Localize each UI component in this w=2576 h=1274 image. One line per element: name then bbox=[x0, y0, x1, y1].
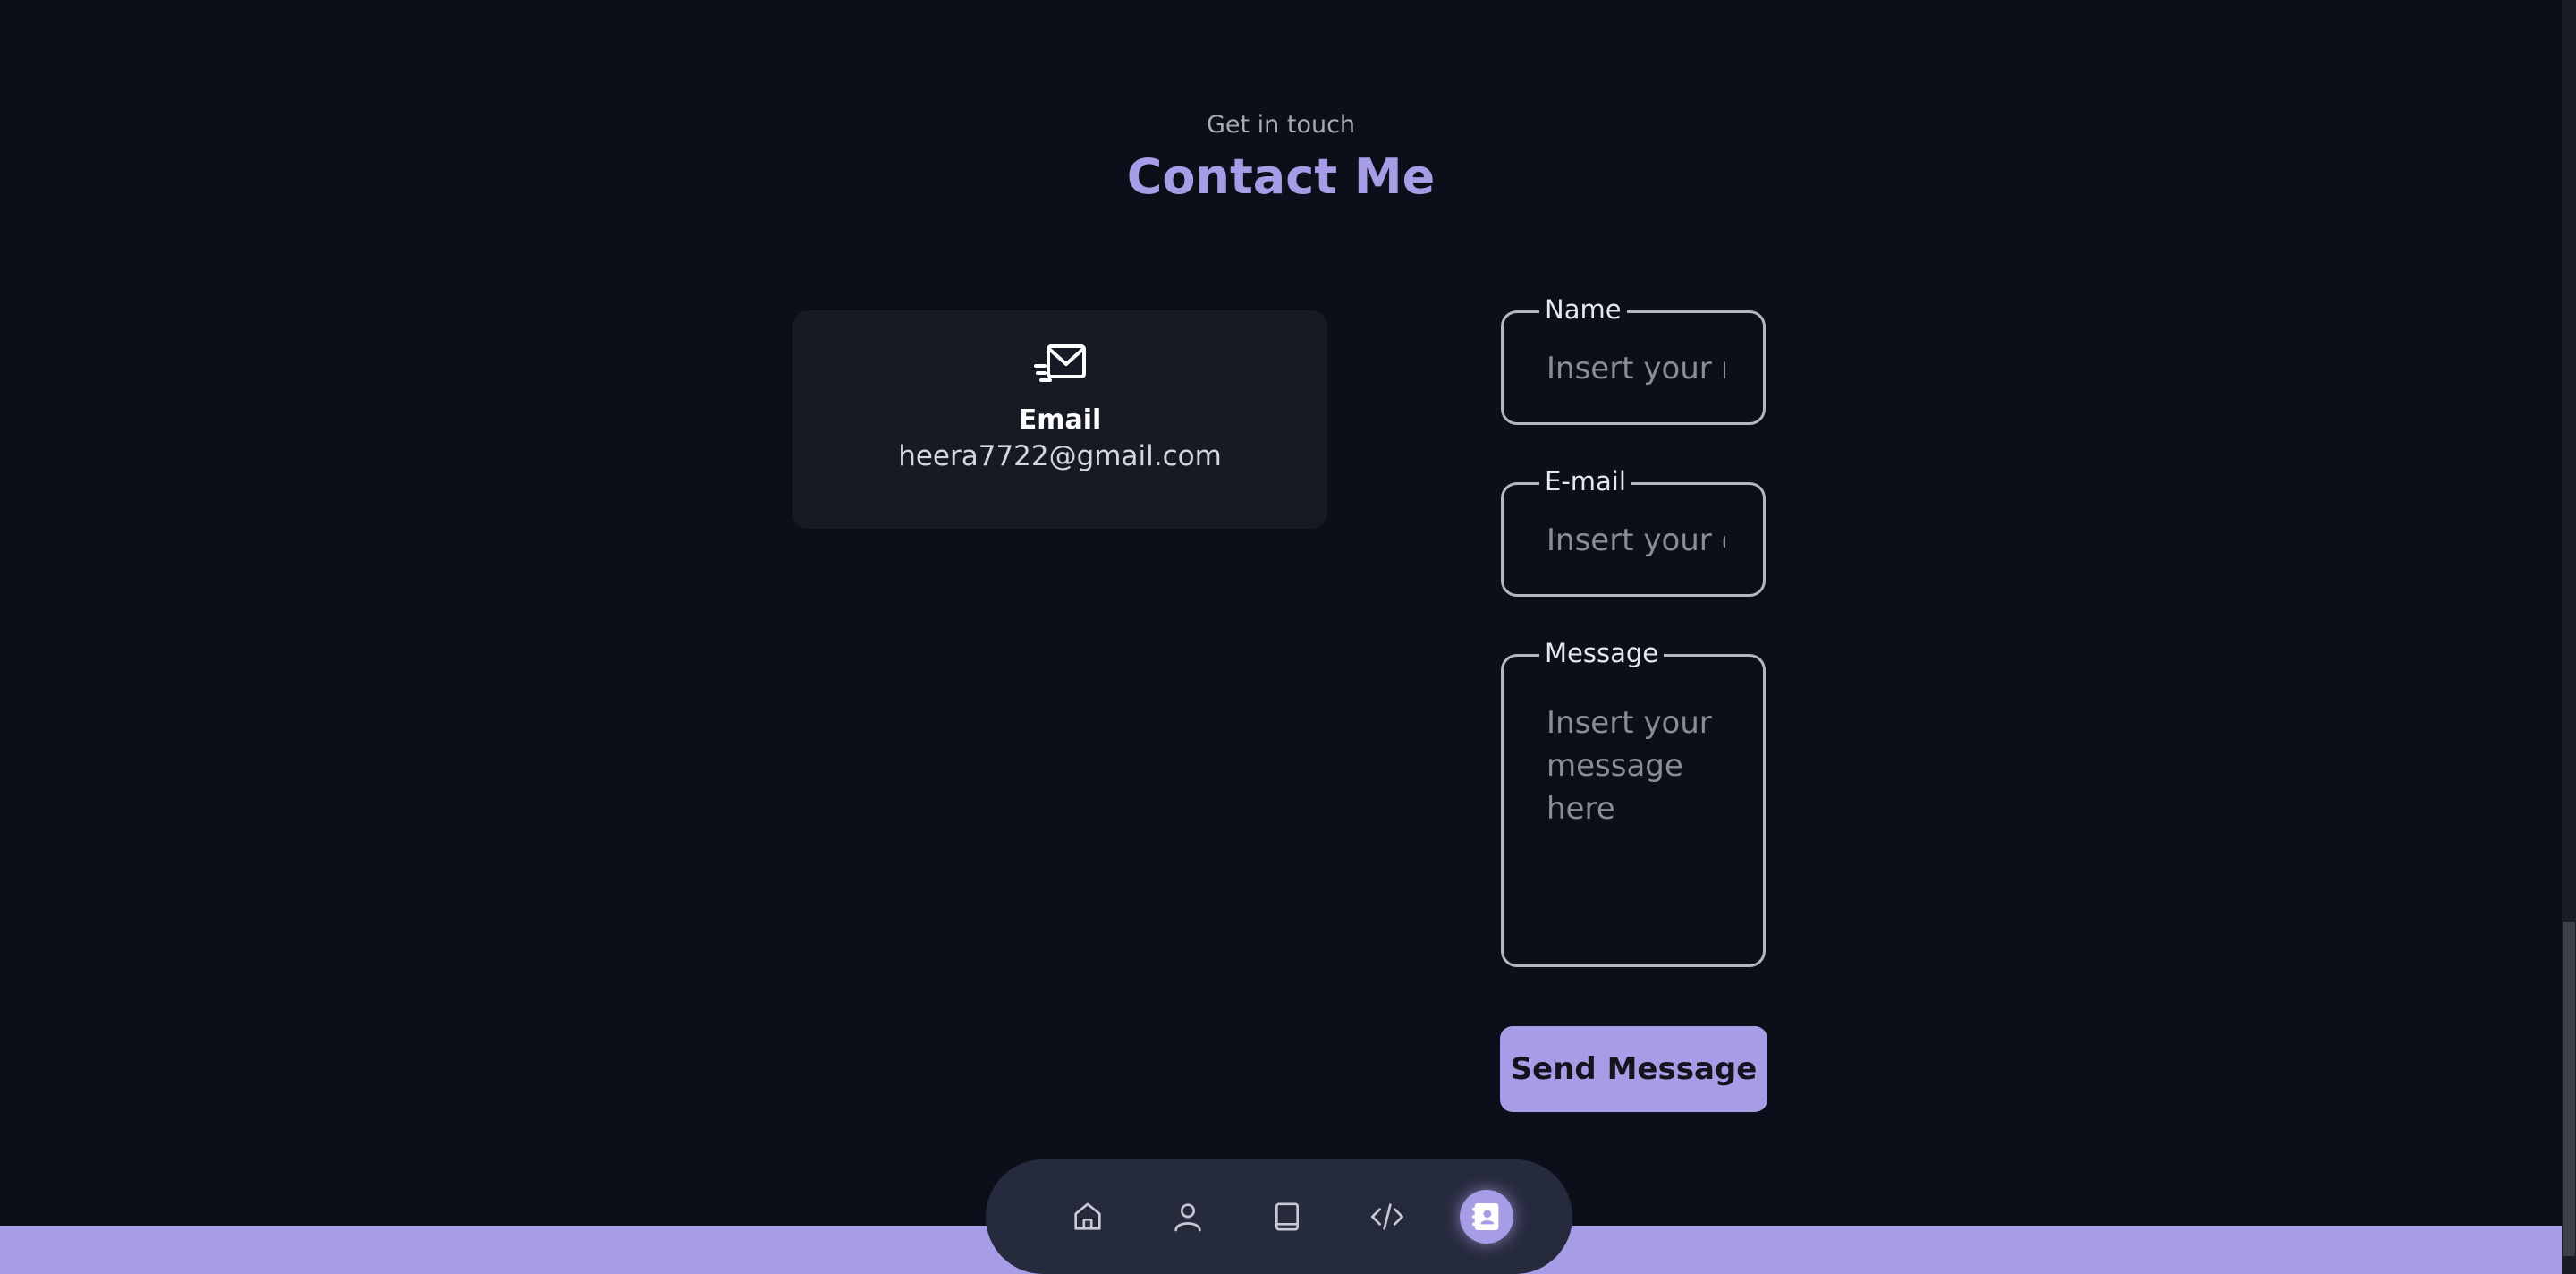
email-input[interactable] bbox=[1546, 521, 1725, 560]
nav-projects[interactable] bbox=[1360, 1190, 1414, 1244]
contact-label: Email bbox=[1018, 404, 1102, 436]
email-contact-card: Email heera7722@gmail.com bbox=[792, 310, 1327, 529]
email-field: E-mail bbox=[1501, 465, 1766, 597]
email-field-label: E-mail bbox=[1539, 465, 1631, 497]
send-message-button[interactable]: Send Message bbox=[1500, 1026, 1767, 1112]
message-input[interactable] bbox=[1546, 701, 1725, 934]
code-icon bbox=[1371, 1203, 1403, 1230]
user-icon bbox=[1174, 1203, 1201, 1232]
nav-about[interactable] bbox=[1161, 1190, 1215, 1244]
mail-icon bbox=[1034, 343, 1088, 389]
contact-email: heera7722@gmail.com bbox=[898, 440, 1222, 472]
contact-icon bbox=[1472, 1203, 1499, 1230]
section-title: Contact Me bbox=[1126, 149, 1436, 205]
message-field-label: Message bbox=[1539, 637, 1665, 669]
book-icon bbox=[1275, 1202, 1299, 1231]
scrollbar-track[interactable] bbox=[2562, 0, 2576, 1274]
nav-resume[interactable] bbox=[1260, 1190, 1314, 1244]
section-subtitle: Get in touch bbox=[1206, 111, 1356, 139]
nav-home[interactable] bbox=[1061, 1190, 1114, 1244]
name-field: Name bbox=[1501, 293, 1766, 425]
scrollbar-thumb[interactable] bbox=[2563, 922, 2575, 1256]
name-field-label: Name bbox=[1539, 293, 1627, 326]
bottom-nav bbox=[986, 1159, 1572, 1274]
message-field: Message bbox=[1501, 637, 1766, 967]
nav-contact[interactable] bbox=[1460, 1190, 1513, 1244]
name-input[interactable] bbox=[1546, 349, 1725, 388]
home-icon bbox=[1074, 1202, 1101, 1230]
